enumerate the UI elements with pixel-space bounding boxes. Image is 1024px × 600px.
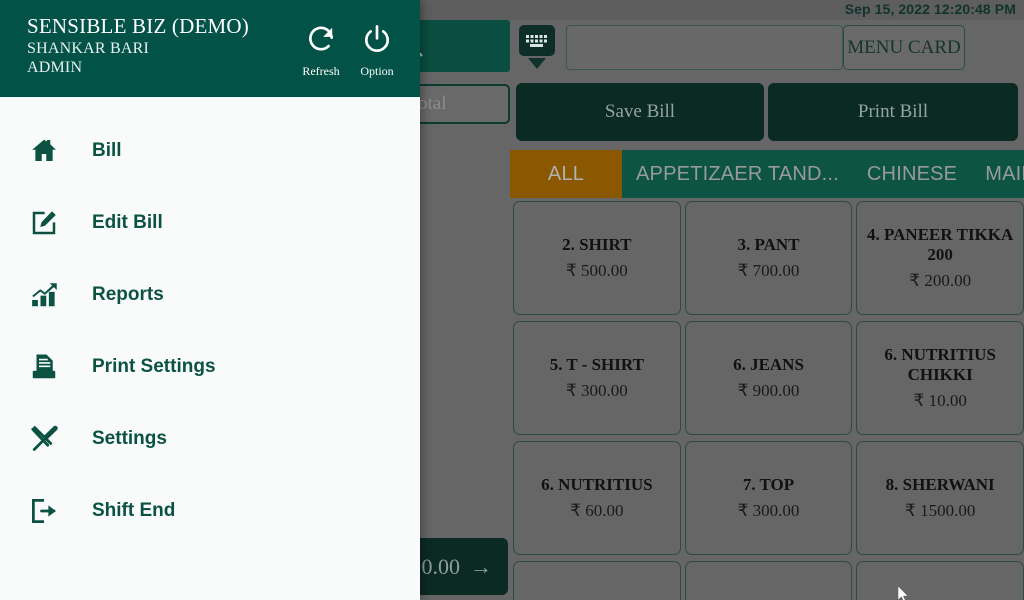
- product-name: 6. NUTRITIUS CHIKKI: [884, 345, 996, 384]
- sidebar-item-label: Shift End: [92, 500, 176, 521]
- option-label: Option: [360, 64, 394, 78]
- checkout-amount-label: 0.00: [421, 553, 461, 579]
- edit-document-icon: [28, 207, 60, 239]
- option-power-button[interactable]: Option: [348, 23, 406, 79]
- sidebar-item-label: Bill: [92, 140, 122, 161]
- power-icon: [361, 23, 393, 60]
- printer-document-icon: [28, 351, 60, 383]
- product-price: ₹ 200.00: [909, 270, 972, 290]
- product-name: 4. PANEER TIKKA 200: [867, 225, 1014, 264]
- sidebar-item-settings[interactable]: Settings: [0, 403, 420, 475]
- sidebar-item-edit-bill[interactable]: Edit Bill: [0, 187, 420, 259]
- chevron-down-icon: [528, 58, 546, 69]
- product-name: 5. T - SHIRT: [549, 355, 644, 375]
- product-tile[interactable]: 2. SHIRT ₹ 500.00: [513, 201, 681, 315]
- refresh-icon: [305, 23, 337, 60]
- product-tile[interactable]: 3. PANT ₹ 700.00: [684, 201, 853, 315]
- product-tile[interactable]: 7. TOP ₹ 300.00: [684, 441, 853, 555]
- product-name: 6. NUTRITIUS: [541, 475, 653, 495]
- drawer-menu-list: Bill Edit Bill Reports Print Settings Settin…: [0, 97, 420, 547]
- product-tile[interactable]: 5. T - SHIRT ₹ 300.00: [513, 321, 681, 435]
- product-name: 3. PANT: [737, 235, 800, 255]
- keyboard-toggle-button[interactable]: [518, 25, 556, 81]
- tools-icon: [28, 423, 60, 455]
- product-name: 8. SHERWANI: [885, 475, 995, 495]
- navigation-drawer: SENSIBLE BIZ (DEMO) SHANKAR BARI ADMIN R…: [0, 0, 420, 600]
- product-tile[interactable]: 4. PANEER TIKKA 200 ₹ 200.00: [856, 201, 1024, 315]
- sidebar-item-bill[interactable]: Bill: [0, 115, 420, 187]
- product-tile[interactable]: 10. TANDOORI: [684, 561, 853, 600]
- chart-growth-icon: [28, 279, 60, 311]
- product-grid[interactable]: 2. SHIRT ₹ 500.00 3. PANT ₹ 700.00 4. PANEER…: [510, 198, 1024, 600]
- sidebar-item-label: Print Settings: [92, 356, 216, 377]
- product-tile[interactable]: 11. MURG: [856, 561, 1024, 600]
- product-price: ₹ 1500.00: [905, 500, 976, 520]
- menu-card-button[interactable]: MENU CARD: [843, 25, 965, 70]
- datetime-label: Sep 15, 2022 12:20:48 PM: [844, 1, 1016, 17]
- product-tile[interactable]: 6. JEANS ₹ 900.00: [684, 321, 853, 435]
- product-price: ₹ 300.00: [737, 500, 800, 520]
- product-price: ₹ 60.00: [570, 500, 624, 520]
- product-tile[interactable]: 6. NUTRITIUS CHIKKI ₹ 10.00: [856, 321, 1024, 435]
- category-tab[interactable]: APPETIZAER TAND...: [622, 150, 853, 198]
- refresh-label: Refresh: [302, 64, 340, 78]
- category-tab[interactable]: MAINS: [971, 150, 1024, 198]
- logout-icon: [28, 495, 60, 527]
- product-price: ₹ 10.00: [913, 390, 967, 410]
- product-price: ₹ 700.00: [737, 260, 800, 280]
- category-tab[interactable]: ALL: [510, 150, 622, 198]
- arrow-right-icon: →: [470, 553, 492, 579]
- product-name: 6. JEANS: [733, 355, 804, 375]
- sidebar-item-reports[interactable]: Reports: [0, 259, 420, 331]
- product-tile[interactable]: 8. SHERWANI ₹ 1500.00: [856, 441, 1024, 555]
- sidebar-item-shift-end[interactable]: Shift End: [0, 475, 420, 547]
- product-price: ₹ 300.00: [565, 380, 628, 400]
- refresh-button[interactable]: Refresh: [292, 23, 350, 79]
- sidebar-item-print-settings[interactable]: Print Settings: [0, 331, 420, 403]
- sidebar-item-label: Settings: [92, 428, 167, 449]
- product-price: ₹ 900.00: [737, 380, 800, 400]
- sidebar-item-label: Reports: [92, 284, 164, 305]
- sidebar-item-label: Edit Bill: [92, 212, 163, 233]
- print-bill-button[interactable]: Print Bill: [768, 83, 1018, 141]
- product-price: ₹ 500.00: [565, 260, 628, 280]
- drawer-header: SENSIBLE BIZ (DEMO) SHANKAR BARI ADMIN R…: [0, 0, 420, 97]
- category-tab[interactable]: CHINESE: [853, 150, 971, 198]
- product-name: 2. SHIRT: [562, 235, 632, 255]
- save-bill-button[interactable]: Save Bill: [516, 83, 764, 141]
- product-name: 7. TOP: [742, 475, 795, 495]
- home-icon: [28, 135, 60, 167]
- product-tile[interactable]: 6. NUTRITIUS ₹ 60.00: [513, 441, 681, 555]
- customer-name-input[interactable]: [566, 25, 843, 70]
- keyboard-icon: [519, 25, 555, 56]
- product-tile[interactable]: 9. TANDOORI: [513, 561, 681, 600]
- app-root: Sep 15, 2022 12:20:48 PM MENU CARD otal …: [0, 0, 1024, 600]
- category-tab-strip[interactable]: ALLAPPETIZAER TAND...CHINESEMAINS: [510, 150, 1024, 198]
